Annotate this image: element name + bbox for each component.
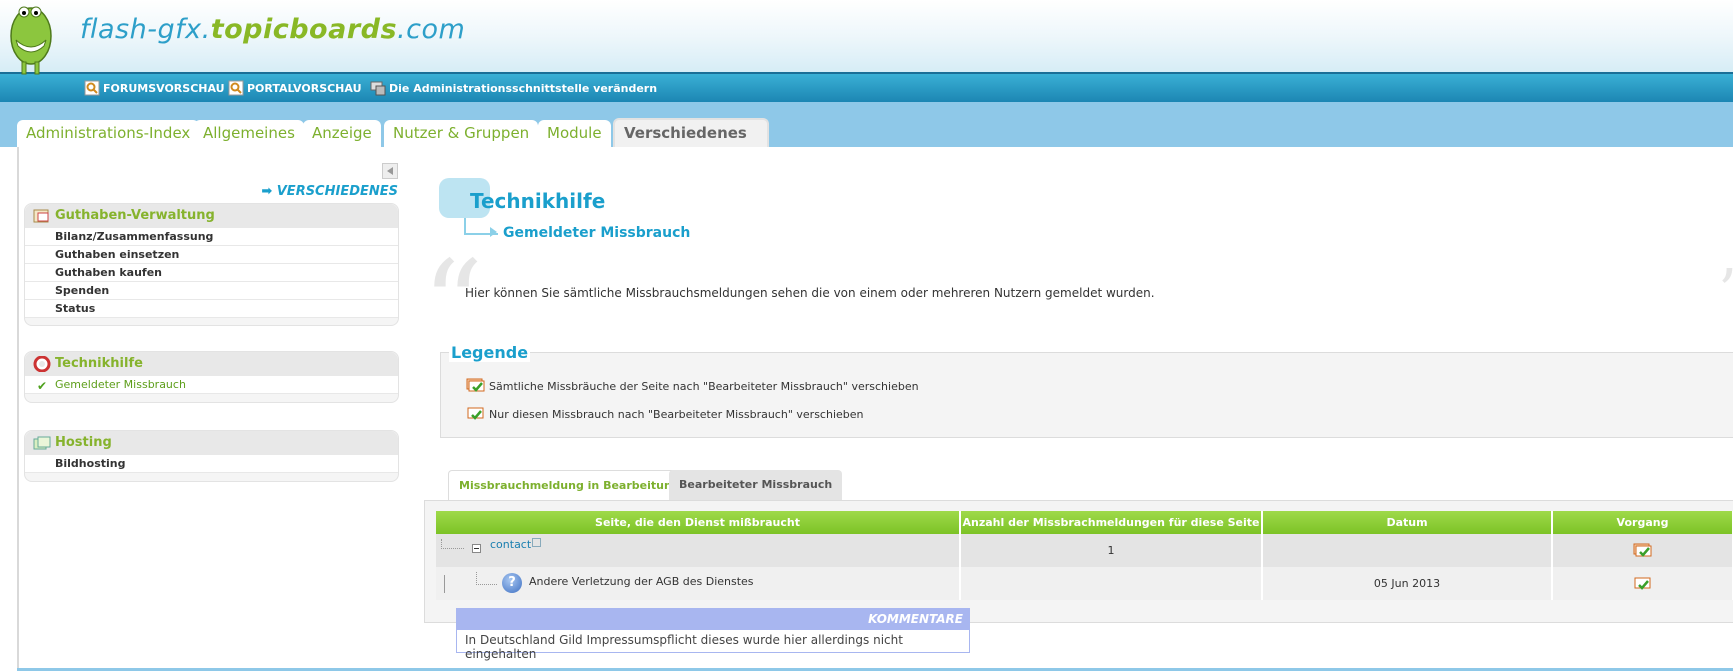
move-one-icon[interactable] xyxy=(1633,575,1653,593)
images-icon xyxy=(33,436,51,450)
tab-bearbeiteter-missbrauch[interactable]: Bearbeiteter Missbrauch xyxy=(669,470,843,500)
sidebar-section-title: Hosting xyxy=(25,431,398,455)
portal-preview-label: PORTALVORSCHAU xyxy=(247,81,362,95)
column-header: Datum xyxy=(1262,511,1553,534)
date-cell: 05 Jun 2013 xyxy=(1262,567,1553,600)
mascot-logo-icon xyxy=(10,6,52,75)
quote-decoration: ” xyxy=(1718,262,1733,322)
tree-line xyxy=(476,572,497,585)
site-title[interactable]: flash-gfx.topicboards.com xyxy=(80,14,465,45)
tab-administrations-index[interactable]: Administrations-Index xyxy=(17,120,200,147)
count-cell xyxy=(960,567,1263,600)
sidebar-item-bilanz[interactable]: Bilanz/Zusammenfassung xyxy=(25,228,398,246)
column-header: Seite, die den Dienst mißbraucht xyxy=(436,511,961,534)
tree-line xyxy=(444,575,446,593)
count-cell: 1 xyxy=(960,534,1263,567)
tab-in-bearbeitung[interactable]: Missbrauchmeldung in Bearbeitung xyxy=(448,470,691,501)
checkmark-icon: ✔ xyxy=(37,379,48,393)
sidebar-item-status[interactable]: Status xyxy=(25,300,398,318)
computer-icon xyxy=(370,81,386,96)
abuse-table: Seite, die den Dienst mißbraucht Anzahl … xyxy=(436,511,1733,600)
tab-verschiedenes[interactable]: Verschiedenes xyxy=(613,118,769,147)
legend-item: Nur diesen Missbrauch nach "Bearbeiteter… xyxy=(466,405,863,423)
sidebar-section-guthaben: Guthaben-Verwaltung Bilanz/Zusammenfassu… xyxy=(24,203,399,326)
action-cell xyxy=(1552,567,1733,600)
comment-heading: KOMMENTARE xyxy=(457,609,969,630)
sidebar-heading: ➡ VERSCHIEDENES xyxy=(261,184,398,199)
tab-module[interactable]: Module xyxy=(538,120,611,147)
sidebar-section-title: Technikhilfe xyxy=(25,352,398,376)
site-header: flash-gfx.topicboards.com xyxy=(0,0,1733,72)
portal-preview-link[interactable]: PORTALVORSCHAU xyxy=(228,79,362,97)
question-icon[interactable]: ? xyxy=(502,573,522,593)
admin-toolbar: FORUMSVORSCHAU PORTALVORSCHAU Die Admini… xyxy=(0,72,1733,104)
sidebar-section-technikhilfe: Technikhilfe ✔ Gemeldeter Missbrauch xyxy=(24,351,399,403)
move-all-icon[interactable] xyxy=(1633,542,1653,560)
column-header: Anzahl der Missbrachmeldungen für diese … xyxy=(960,511,1263,534)
sidebar-item-guthaben-kaufen[interactable]: Guthaben kaufen xyxy=(25,264,398,282)
move-one-icon xyxy=(467,407,484,420)
legend-box xyxy=(440,352,1733,438)
move-all-icon xyxy=(466,378,485,392)
page-link[interactable]: contact xyxy=(490,538,531,551)
collapse-toggle-icon[interactable] xyxy=(472,544,481,553)
credit-icon xyxy=(33,209,49,223)
sidebar-section-hosting: Hosting Bildhosting xyxy=(24,430,399,482)
page-description: Hier können Sie sämtliche Missbrauchsmel… xyxy=(465,286,1155,300)
sidebar-item-spenden[interactable]: Spenden xyxy=(25,282,398,300)
date-cell xyxy=(1262,534,1553,567)
connector-arrow xyxy=(490,227,497,237)
page-title: Technikhilfe xyxy=(470,189,606,213)
table-row: contact 1 xyxy=(436,534,1733,567)
tree-line xyxy=(441,539,464,549)
change-admin-interface-link[interactable]: Die Administrationsschnittstelle verände… xyxy=(370,79,657,97)
reason-cell: ? Andere Verletzung der AGB des Dienstes xyxy=(436,567,961,600)
forum-preview-label: FORUMSVORSCHAU xyxy=(103,81,225,95)
magnifier-icon xyxy=(84,80,100,96)
tab-anzeige[interactable]: Anzeige xyxy=(303,120,381,147)
page-subtitle: Gemeldeter Missbrauch xyxy=(503,225,691,241)
lifebuoy-icon xyxy=(33,356,51,372)
table-row: ? Andere Verletzung der AGB des Dienstes… xyxy=(436,567,1733,600)
sidebar-section-title: Guthaben-Verwaltung xyxy=(25,204,398,228)
column-header: Vorgang xyxy=(1552,511,1733,534)
collapse-sidebar-button[interactable] xyxy=(382,163,398,179)
comment-text: In Deutschland Gild Impressumspflicht di… xyxy=(465,633,903,661)
sidebar-item-gemeldeter-missbrauch[interactable]: ✔ Gemeldeter Missbrauch xyxy=(25,376,398,394)
forum-preview-link[interactable]: FORUMSVORSCHAU xyxy=(84,79,225,97)
tab-nutzer-gruppen[interactable]: Nutzer & Gruppen xyxy=(384,120,539,147)
legend-title: Legende xyxy=(449,343,531,362)
page-cell: contact xyxy=(436,534,961,567)
magnifier-icon xyxy=(228,80,244,96)
reason-text: Andere Verletzung der AGB des Dienstes xyxy=(529,575,754,588)
change-admin-interface-label: Die Administrationsschnittstelle verände… xyxy=(389,81,658,95)
comment-tooltip: KOMMENTARE In Deutschland Gild Impressum… xyxy=(456,608,970,661)
sidebar-item-guthaben-einsetzen[interactable]: Guthaben einsetzen xyxy=(25,246,398,264)
external-link-icon[interactable] xyxy=(532,538,541,547)
legend-item: Sämtliche Missbräuche der Seite nach "Be… xyxy=(466,377,919,395)
action-cell xyxy=(1552,534,1733,567)
sidebar-item-bildhosting[interactable]: Bildhosting xyxy=(25,455,398,473)
tab-allgemeines[interactable]: Allgemeines xyxy=(194,120,304,147)
